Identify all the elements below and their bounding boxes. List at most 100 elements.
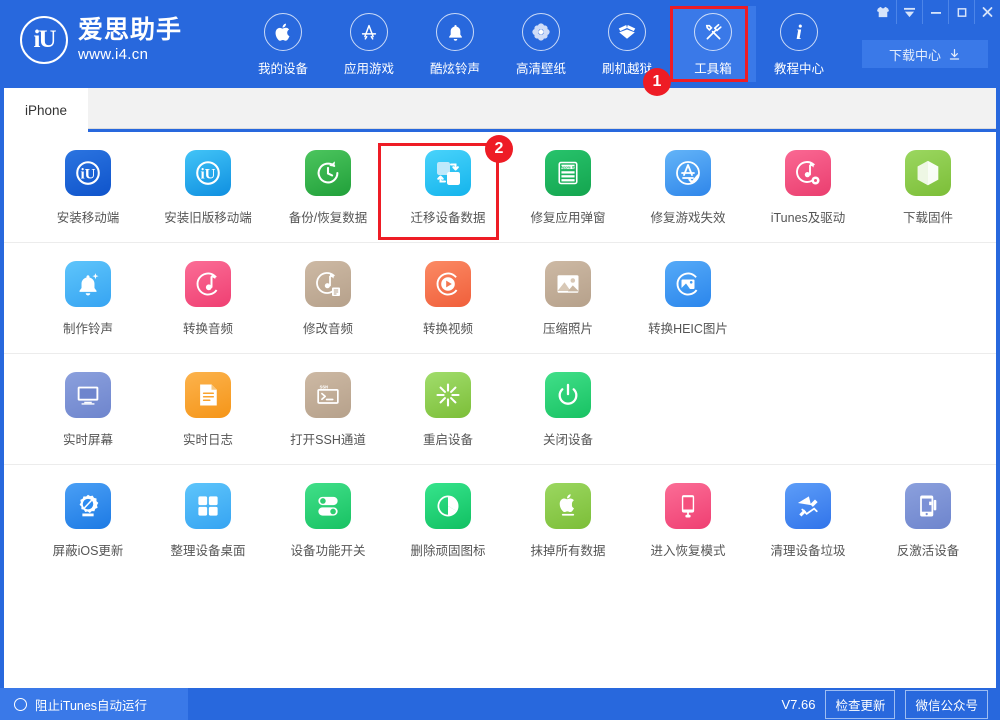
feature-switch-icon <box>305 483 351 529</box>
block-itunes-autorun-toggle[interactable]: 阻止iTunes自动运行 <box>0 688 188 720</box>
tool-shutdown-device[interactable]: 关闭设备 <box>508 372 628 448</box>
menu-icon[interactable] <box>896 0 922 24</box>
i4-assistant-window: iU 爱思助手 www.i4.cn 我的设备 <box>0 0 1000 720</box>
block-ios-update-icon <box>65 483 111 529</box>
tool-label: 实时日志 <box>183 429 233 448</box>
nav-item-wallpapers[interactable]: 高清壁纸 <box>498 6 584 82</box>
nav-item-flash-jailbreak[interactable]: 刷机越狱 <box>584 6 670 82</box>
nav-label: 我的设备 <box>258 58 308 77</box>
tool-block-ios-update[interactable]: 屏蔽iOS更新 <box>28 483 148 559</box>
appstore-icon <box>350 13 388 51</box>
ssh-tunnel-icon: SSH <box>305 372 351 418</box>
tool-organize-device-desktop[interactable]: 整理设备桌面 <box>148 483 268 559</box>
nav-item-apps-games[interactable]: 应用游戏 <box>326 6 412 82</box>
nav-item-ringtones[interactable]: 酷炫铃声 <box>412 6 498 82</box>
tool-live-screen[interactable]: 实时屏幕 <box>28 372 148 448</box>
version-label: V7.66 <box>781 697 815 712</box>
maximize-icon[interactable] <box>948 0 974 24</box>
tool-label: 反激活设备 <box>897 540 960 559</box>
tool-reboot-device[interactable]: 重启设备 <box>388 372 508 448</box>
tool-convert-heic-image[interactable]: 转换HEIC图片 <box>628 261 748 337</box>
bell-icon <box>436 13 474 51</box>
tools-icon <box>694 13 732 51</box>
tool-device-feature-switch[interactable]: 设备功能开关 <box>268 483 388 559</box>
toolbox-row: 屏蔽iOS更新 整理设备桌面 <box>4 465 996 575</box>
box-open-icon <box>608 13 646 51</box>
tab-strip: iPhone <box>0 88 1000 132</box>
clean-junk-icon <box>785 483 831 529</box>
tool-edit-audio[interactable]: 修改音频 <box>268 261 388 337</box>
i4-app-icon: iU <box>65 150 111 196</box>
svg-text:Apple ID: Apple ID <box>560 165 576 169</box>
compress-photo-icon <box>545 261 591 307</box>
tool-backup-restore-data[interactable]: 备份/恢复数据 <box>268 150 388 226</box>
status-bar-right: V7.66 检查更新 微信公众号 <box>781 690 1000 719</box>
tool-label: 清理设备垃圾 <box>770 540 845 559</box>
i4-logo-icon: iU <box>20 16 68 64</box>
tool-label: 进入恢复模式 <box>650 540 725 559</box>
nav-label: 教程中心 <box>774 58 824 77</box>
tool-erase-all-data[interactable]: 抹掉所有数据 <box>508 483 628 559</box>
nav-item-toolbox[interactable]: 工具箱 <box>670 6 756 82</box>
tool-delete-stubborn-icon[interactable]: 删除顽固图标 <box>388 483 508 559</box>
backup-restore-icon <box>305 150 351 196</box>
tool-make-ringtone[interactable]: 制作铃声 <box>28 261 148 337</box>
tool-install-legacy-mobile-client[interactable]: iU 安装旧版移动端 <box>148 150 268 226</box>
convert-heic-icon <box>665 261 711 307</box>
tool-itunes-and-driver[interactable]: iTunes及驱动 <box>748 150 868 226</box>
tool-migrate-device-data[interactable]: 迁移设备数据 <box>388 150 508 226</box>
shutdown-device-icon <box>545 372 591 418</box>
tool-label: 安装移动端 <box>57 207 120 226</box>
toolbox-row: 制作铃声 转换音频 <box>4 243 996 354</box>
appleid-fix-icon: Apple ID <box>545 150 591 196</box>
recovery-mode-icon <box>665 483 711 529</box>
tool-convert-audio[interactable]: 转换音频 <box>148 261 268 337</box>
tab-iphone[interactable]: iPhone <box>4 88 88 132</box>
deactivate-device-icon <box>905 483 951 529</box>
tool-enter-recovery-mode[interactable]: 进入恢复模式 <box>628 483 748 559</box>
wechat-button[interactable]: 微信公众号 <box>905 690 988 719</box>
nav-item-tutorials[interactable]: i 教程中心 <box>756 6 842 82</box>
minimize-icon[interactable] <box>922 0 948 24</box>
tool-fix-game-failure[interactable]: 修复游戏失效 <box>628 150 748 226</box>
tool-clean-device-junk[interactable]: 清理设备垃圾 <box>748 483 868 559</box>
tool-deactivate-device[interactable]: 反激活设备 <box>868 483 988 559</box>
tool-label: 下载固件 <box>903 207 953 226</box>
tool-label: 修复游戏失效 <box>650 207 725 226</box>
brand-text: 爱思助手 www.i4.cn <box>78 18 182 62</box>
nav-label: 刷机越狱 <box>602 58 652 77</box>
toolbox-grid: iU 安装移动端 iU 安装旧版移动端 <box>4 132 996 688</box>
svg-text:iU: iU <box>81 167 96 183</box>
check-update-button[interactable]: 检查更新 <box>825 690 895 719</box>
nav-label: 工具箱 <box>694 58 732 77</box>
tool-label: 迁移设备数据 <box>410 207 485 226</box>
toolbox-row: 实时屏幕 实时日志 SSH <box>4 354 996 465</box>
edit-audio-icon <box>305 261 351 307</box>
delete-icon-icon <box>425 483 471 529</box>
nav-item-my-device[interactable]: 我的设备 <box>240 6 326 82</box>
tool-label: 安装旧版移动端 <box>164 207 252 226</box>
tool-label: 设备功能开关 <box>290 540 365 559</box>
make-ringtone-icon <box>65 261 111 307</box>
tool-label: 备份/恢复数据 <box>289 207 367 226</box>
app-logo: iU 爱思助手 www.i4.cn <box>20 16 182 64</box>
main-nav: 我的设备 应用游戏 酷炫铃声 <box>240 6 842 82</box>
tool-live-log[interactable]: 实时日志 <box>148 372 268 448</box>
tool-convert-video[interactable]: 转换视频 <box>388 261 508 337</box>
reboot-device-icon <box>425 372 471 418</box>
tool-label: 关闭设备 <box>543 429 593 448</box>
skin-icon[interactable] <box>870 0 896 24</box>
tool-compress-photo[interactable]: 压缩照片 <box>508 261 628 337</box>
tool-fix-app-popup[interactable]: Apple ID 修复应用弹窗 <box>508 150 628 226</box>
apple-icon <box>264 13 302 51</box>
tool-open-ssh-tunnel[interactable]: SSH 打开SSH通道 <box>268 372 388 448</box>
download-center-label: 下载中心 <box>889 45 941 64</box>
i4-app-old-icon: iU <box>185 150 231 196</box>
tool-install-mobile-client[interactable]: iU 安装移动端 <box>28 150 148 226</box>
tool-download-firmware[interactable]: 下载固件 <box>868 150 988 226</box>
download-center-button[interactable]: 下载中心 <box>862 40 988 68</box>
toolbox-row: iU 安装移动端 iU 安装旧版移动端 <box>4 132 996 243</box>
tab-strip-background <box>4 88 996 129</box>
close-icon[interactable] <box>974 0 1000 24</box>
firmware-icon <box>905 150 951 196</box>
